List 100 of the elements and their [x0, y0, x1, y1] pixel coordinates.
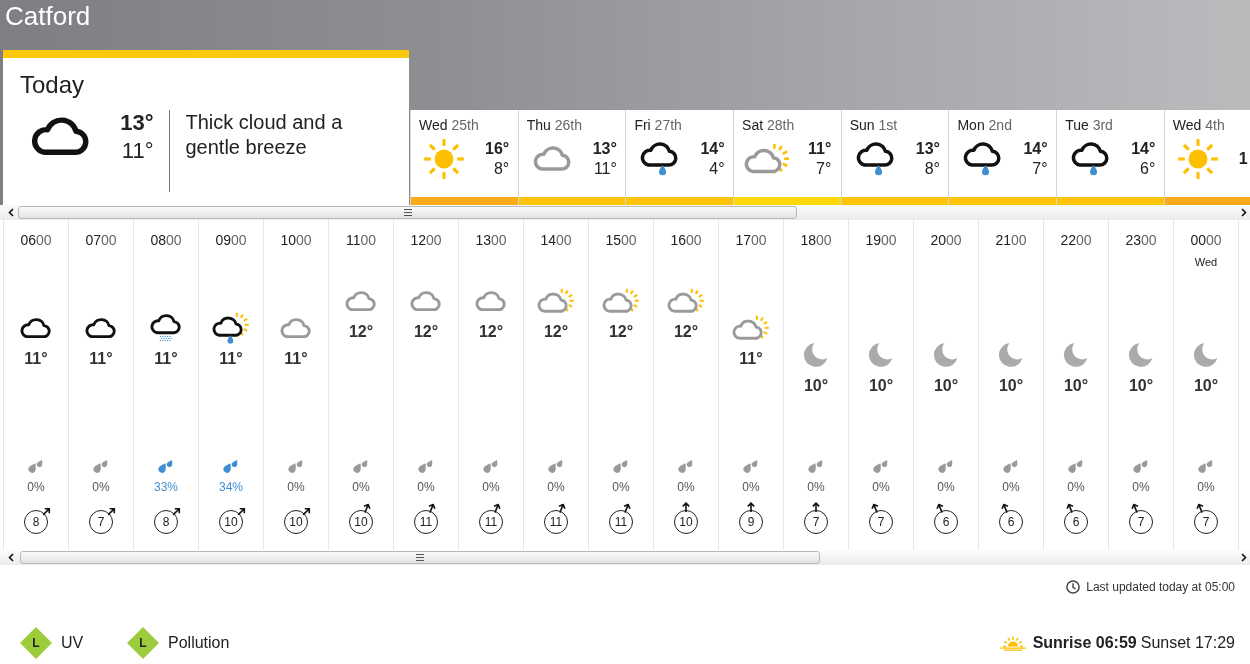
wind-speed: 7: [1194, 510, 1218, 534]
grip-icon: [403, 209, 412, 216]
sun-icon: [1176, 138, 1219, 180]
low-temperature: 8°: [493, 159, 510, 179]
cloud-icon: [345, 290, 377, 312]
weather-description: Thick cloud and a gentle breeze: [185, 110, 344, 160]
low-temperature: 8°: [924, 159, 940, 179]
rain-chance: 0%: [547, 480, 565, 494]
index-label: UV: [61, 633, 84, 653]
last-updated: Last updated today at 05:00: [1086, 579, 1235, 595]
low-temperature: 11°: [121, 138, 154, 164]
time-label: 0800: [150, 231, 182, 250]
rain-chance: 0%: [872, 480, 890, 494]
time-label: 1000: [280, 231, 312, 250]
sun-rain-cloud-icon: [212, 312, 250, 344]
temperature: 11°: [284, 349, 308, 369]
temperature: 10°: [1193, 376, 1219, 396]
sun-cloud-icon: [537, 288, 575, 314]
wind-speed: 10: [219, 510, 243, 534]
sunrise-time: Sunrise 06:59: [1032, 633, 1137, 653]
cloud-icon: [410, 290, 442, 312]
scrollbar[interactable]: [0, 550, 1250, 565]
chevron-right-icon[interactable]: [1241, 208, 1247, 217]
rain-chance: 0%: [92, 480, 110, 494]
sun-cloud-icon: [744, 143, 791, 175]
time-label: 1300: [475, 231, 507, 250]
cloud-icon: [20, 317, 52, 339]
wind-speed: 6: [999, 510, 1023, 534]
day-tab[interactable]: Sun 1st 13° 8°: [840, 110, 949, 205]
wind-speed: 10: [349, 510, 373, 534]
high-temperature: 14°: [1131, 139, 1156, 159]
chevron-left-icon[interactable]: [8, 208, 14, 217]
wind-speed: 9: [739, 510, 763, 534]
wind-speed: 11: [544, 510, 568, 534]
day-tab[interactable]: Wed 25th 16° 8°: [410, 110, 518, 205]
cloud-icon: [31, 117, 90, 156]
chevron-right-icon[interactable]: [1241, 553, 1247, 562]
day-label: Mon 2nd: [956, 116, 1012, 134]
day-tab[interactable]: Thu 26th 13° 11°: [517, 110, 626, 205]
low-temperature: 4°: [709, 159, 725, 179]
temperature: 10°: [933, 376, 959, 396]
rain-chance: 0%: [1197, 480, 1215, 494]
temperature: 10°: [998, 376, 1024, 396]
high-temperature: 13°: [592, 139, 617, 159]
cloud-icon: [475, 290, 507, 312]
wind-speed: 11: [609, 510, 633, 534]
time-label: 1200: [410, 231, 442, 250]
rain-chance: 0%: [1132, 480, 1150, 494]
temperature: 12°: [543, 322, 569, 342]
moon-icon: [998, 342, 1024, 368]
cloud-icon: [85, 317, 117, 339]
rain-cloud-icon: [963, 141, 1002, 177]
day-label: Tue 3rd: [1064, 116, 1113, 134]
scrollbar-thumb[interactable]: [18, 206, 797, 219]
index-label: Pollution: [168, 633, 230, 653]
time-label: 2000: [930, 231, 962, 250]
time-label: 0700: [85, 231, 117, 250]
rain-cloud-icon: [640, 141, 679, 177]
temperature: 12°: [478, 322, 504, 342]
temperature: 12°: [608, 322, 634, 342]
time-label: 1600: [670, 231, 702, 250]
moon-icon: [933, 342, 959, 368]
low-temperature: 7°: [816, 159, 832, 179]
location-title: Catford: [4, 0, 92, 32]
low-temperature: 7°: [1032, 159, 1048, 179]
temperature: 12°: [413, 322, 439, 342]
rain-chance: 0%: [612, 480, 630, 494]
scrollbar[interactable]: [0, 205, 1250, 220]
scrollbar-thumb[interactable]: [20, 551, 820, 564]
day-tab[interactable]: Mon 2nd 14° 7°: [948, 110, 1057, 205]
day-tab[interactable]: Sat 28th 11° 7°: [733, 110, 841, 205]
wind-speed: 11: [479, 510, 503, 534]
wind-speed: 6: [1064, 510, 1088, 534]
day-tab[interactable]: Fri 27th 14° 4°: [625, 110, 734, 205]
cloud-icon: [280, 317, 312, 339]
time-label: 2200: [1060, 231, 1092, 250]
temperature: 11°: [739, 349, 763, 369]
time-label: 0900: [215, 231, 247, 250]
rain-chance: 0%: [807, 480, 825, 494]
temperature: 10°: [1063, 376, 1089, 396]
rain-chance: 0%: [482, 480, 500, 494]
sunset-time: Sunset 17:29: [1140, 633, 1235, 653]
day-label: Wed 25th: [418, 116, 479, 134]
moon-icon: [1193, 342, 1219, 368]
moon-icon: [1128, 342, 1154, 368]
time-label: 2300: [1125, 231, 1157, 250]
cloud-icon: [532, 146, 571, 172]
today-heading: Today: [19, 70, 86, 99]
day-tab[interactable]: Tue 3rd 14° 6°: [1056, 110, 1164, 205]
day-tab[interactable]: Wed 4th 1: [1163, 110, 1250, 205]
rain-chance: 0%: [677, 480, 695, 494]
sun-cloud-icon: [732, 315, 770, 341]
wind-speed: 11: [414, 510, 438, 534]
high-temperature: 13°: [120, 110, 154, 136]
rain-chance: 0%: [937, 480, 955, 494]
wind-speed: 10: [674, 510, 698, 534]
time-label: 1700: [735, 231, 767, 250]
day-label: Fri 27th: [633, 116, 682, 134]
sun-cloud-icon: [667, 288, 705, 314]
chevron-left-icon[interactable]: [8, 553, 14, 562]
